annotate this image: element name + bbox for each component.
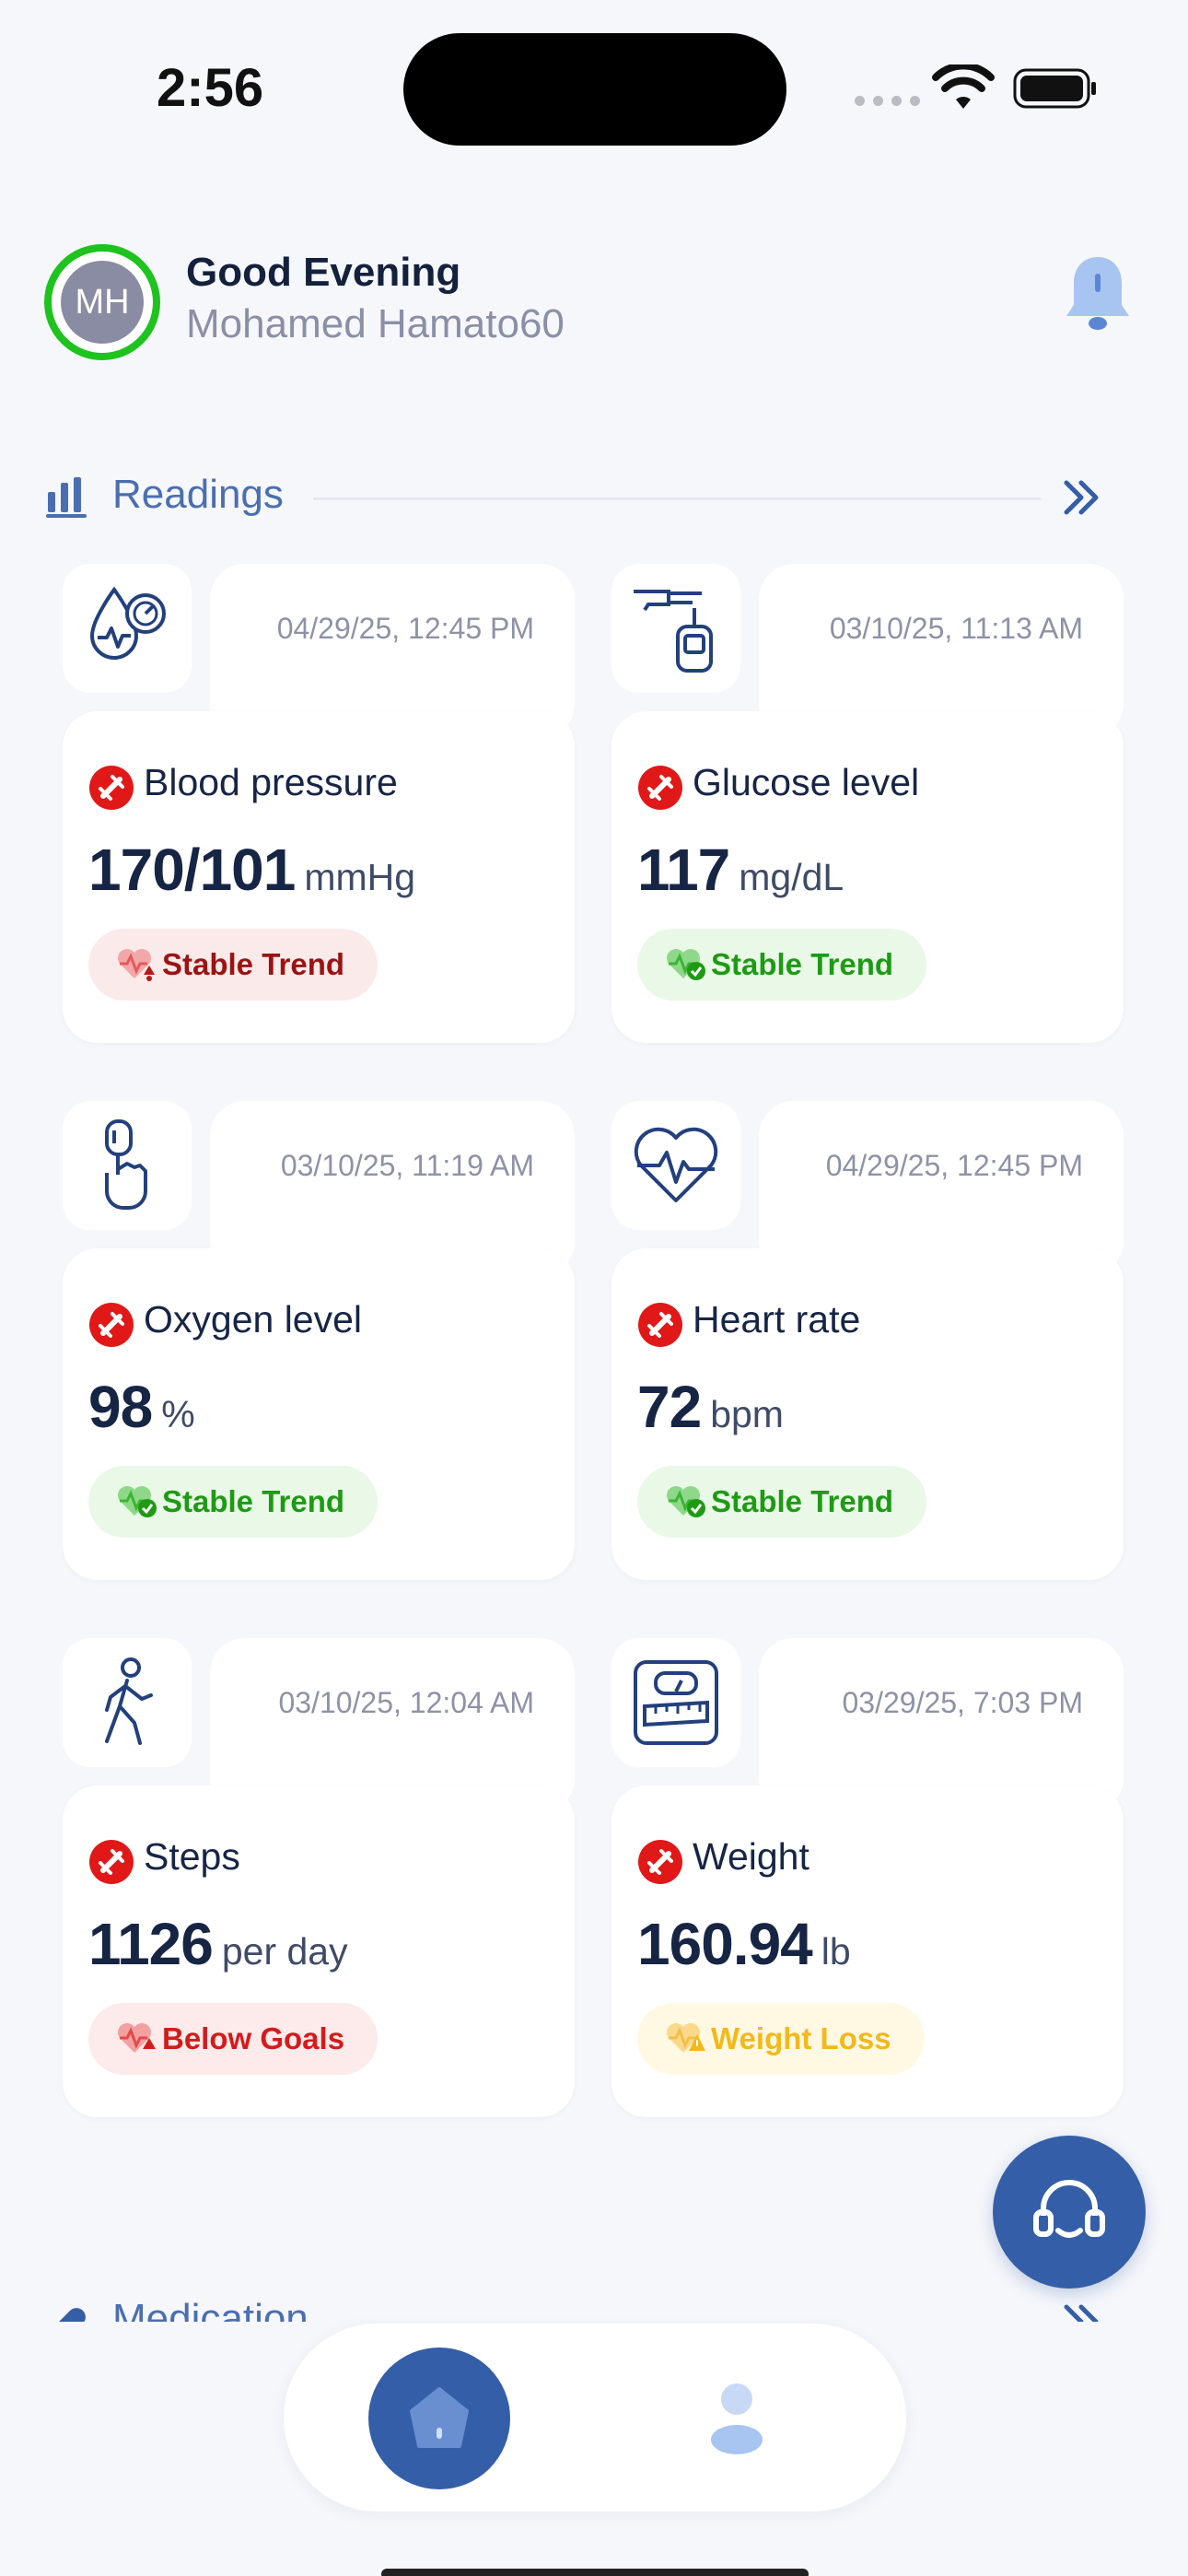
- heart-alert-icon: [118, 949, 155, 981]
- bar-chart-icon: [46, 477, 87, 518]
- reading-number: 170/101: [88, 837, 296, 903]
- trend-label: Stable Trend: [711, 1484, 894, 1518]
- reading-title: Weight: [693, 1835, 809, 1878]
- reading-unit: bpm: [710, 1393, 784, 1435]
- blood-pressure-drop-icon: [63, 564, 192, 693]
- reading-card-oxygen-level[interactable]: 03/10/25, 11:19 AM Oxygen level 98% Stable …: [63, 1101, 575, 1580]
- reading-value: 98%: [88, 1373, 195, 1441]
- reading-number: 117: [637, 837, 730, 903]
- reading-title: Steps: [144, 1835, 240, 1878]
- reading-card-blood-pressure[interactable]: 04/29/25, 12:45 PM Blood pressure 170/101 m…: [63, 564, 575, 1043]
- readings-title: Readings: [112, 472, 284, 517]
- nav-home-button[interactable]: [368, 2348, 510, 2489]
- reading-value: 170/101 mmHg: [88, 836, 415, 904]
- trend-badge: Below Goals: [88, 2003, 379, 2075]
- reading-date: 03/10/25, 11:19 AM: [280, 1149, 534, 1182]
- heart-alert-icon: [118, 2023, 156, 2053]
- heart-check-icon: [118, 1486, 157, 1517]
- device-connection-icon: [637, 765, 683, 811]
- wifi-icon: [932, 64, 995, 109]
- reading-value: 117 mg/dL: [637, 836, 844, 904]
- trend-label: Stable Trend: [162, 1484, 345, 1518]
- reading-card-weight[interactable]: 03/29/25, 7:03 PM Weight 160.94 lb Weight Lo…: [611, 1638, 1124, 2117]
- walking-person-icon: [63, 1638, 192, 1767]
- heart-pulse-icon: [611, 1101, 740, 1230]
- dynamic-island: [403, 33, 786, 146]
- reading-number: 72: [637, 1374, 702, 1440]
- device-connection-icon: [88, 765, 134, 811]
- bottom-navigation: [284, 2324, 906, 2512]
- reading-unit: lb: [821, 1930, 851, 1973]
- heart-check-icon: [667, 949, 705, 980]
- reading-unit: mmHg: [304, 856, 416, 898]
- avatar[interactable]: MH: [44, 244, 160, 360]
- status-time: 2:56: [157, 58, 264, 118]
- cellular-signal-icon: [855, 96, 920, 106]
- support-button[interactable]: [993, 2136, 1146, 2289]
- device-connection-icon: [637, 1839, 683, 1885]
- headset-icon: [1033, 2180, 1105, 2238]
- reading-title: Glucose level: [693, 761, 920, 803]
- double-chevron-right-icon[interactable]: [1059, 475, 1103, 520]
- reading-card-heart-rate[interactable]: 04/29/25, 12:45 PM Heart rate 72 bpm Stable …: [611, 1101, 1124, 1580]
- trend-label: Stable Trend: [711, 947, 894, 981]
- readings-section-header: Readings: [46, 461, 1151, 534]
- reading-title: Blood pressure: [144, 761, 398, 803]
- trend-label: Weight Loss: [711, 2021, 891, 2055]
- reading-number: 98: [88, 1374, 153, 1440]
- reading-number: 1126: [88, 1911, 214, 1977]
- greeting-header: MH Good Evening Mohamed Hamato60: [44, 244, 1144, 364]
- reading-card-steps[interactable]: 03/10/25, 12:04 AM Steps 1126 per day Below …: [63, 1638, 575, 2117]
- reading-date: 04/29/25, 12:45 PM: [825, 1149, 1083, 1182]
- home-indicator: [381, 2569, 809, 2576]
- heart-warning-icon: [667, 2023, 705, 2053]
- trend-label: Stable Trend: [162, 947, 345, 981]
- reading-unit: mg/dL: [739, 856, 844, 898]
- trend-badge: Stable Trend: [637, 1466, 927, 1538]
- trend-badge: Stable Trend: [88, 1466, 379, 1538]
- home-icon: [410, 2387, 469, 2448]
- avatar-initials: MH: [61, 261, 144, 344]
- heart-check-icon: [667, 1486, 705, 1517]
- profile-icon[interactable]: [698, 2379, 775, 2456]
- reading-date: 03/29/25, 7:03 PM: [842, 1686, 1083, 1719]
- device-connection-icon: [88, 1839, 134, 1885]
- username: Mohamed Hamato60: [186, 301, 565, 346]
- battery-icon: [1013, 68, 1096, 109]
- reading-title: Oxygen level: [144, 1298, 363, 1341]
- finger-oximeter-icon: [63, 1101, 192, 1230]
- reading-number: 160.94: [637, 1911, 813, 1977]
- reading-date: 03/10/25, 12:04 AM: [278, 1686, 534, 1719]
- glucose-meter-icon: [611, 564, 740, 693]
- reading-date: 04/29/25, 12:45 PM: [276, 612, 534, 645]
- reading-value: 72 bpm: [637, 1373, 784, 1441]
- greeting-text: Good Evening: [186, 250, 461, 295]
- section-divider: [313, 498, 1041, 500]
- reading-unit: per day: [221, 1930, 348, 1973]
- reading-value: 160.94 lb: [637, 1910, 851, 1978]
- trend-badge: Stable Trend: [88, 929, 379, 1001]
- trend-badge: Stable Trend: [637, 929, 927, 1001]
- reading-unit: %: [161, 1393, 195, 1435]
- device-connection-icon: [88, 1302, 134, 1348]
- notification-bell-icon[interactable]: [1063, 253, 1133, 336]
- device-connection-icon: [637, 1302, 683, 1348]
- reading-title: Heart rate: [693, 1298, 861, 1341]
- status-bar: 2:56: [0, 0, 1188, 175]
- reading-date: 03/10/25, 11:13 AM: [829, 612, 1083, 645]
- trend-label: Below Goals: [162, 2021, 345, 2055]
- weight-scale-icon: [611, 1638, 740, 1767]
- reading-value: 1126 per day: [88, 1910, 348, 1978]
- trend-badge: Weight Loss: [637, 2003, 925, 2075]
- reading-card-glucose-level[interactable]: 03/10/25, 11:13 AM Glucose level 117 mg/dL S…: [611, 564, 1124, 1043]
